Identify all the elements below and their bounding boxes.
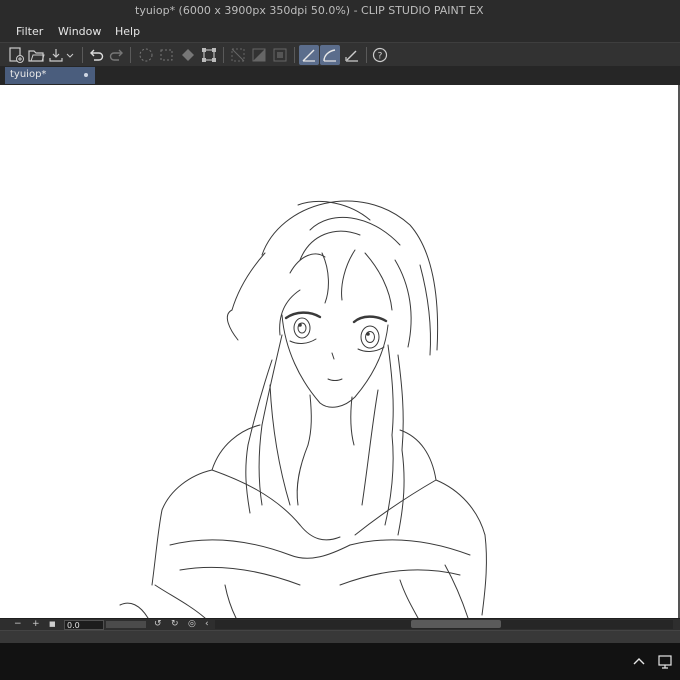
fit-screen-icon[interactable]: ■ [49,619,56,630]
toolbar-separator [294,47,295,63]
reset-rotation-icon[interactable]: ◎ [188,619,196,630]
snap-special-ruler-icon[interactable] [320,45,340,65]
canvas-area [0,85,680,618]
transform-icon[interactable] [199,45,219,65]
network-icon[interactable] [656,653,674,671]
rotate-left-icon[interactable]: ↺ [154,619,162,630]
chevron-up-icon[interactable] [630,653,648,671]
zoom-in-icon[interactable]: + [32,619,40,630]
window-title: tyuiop* (6000 x 3900px 350dpi 50.0%) - C… [135,4,484,17]
zoom-value-field[interactable]: 0.0 [64,620,104,630]
unsaved-dot-icon [84,73,88,77]
line-art-sketch [119,200,487,618]
toolbar-separator [130,47,131,63]
toolbar-separator [223,47,224,63]
menu-help[interactable]: Help [115,25,140,38]
redo-icon[interactable] [107,45,127,65]
new-canvas-icon[interactable] [6,45,26,65]
dropdown-icon[interactable] [64,45,76,65]
help-icon[interactable]: ? [370,45,390,65]
save-icon[interactable] [46,45,66,65]
snap-icon[interactable] [270,45,290,65]
show-selection-icon[interactable] [228,45,248,65]
toolbar-separator [366,47,367,63]
command-bar: ? [0,42,680,68]
toolbar-separator [82,47,83,63]
rotate-right-icon[interactable]: ↻ [171,619,179,630]
select-all-icon[interactable] [157,45,177,65]
document-tab-label: tyuiop* [10,69,47,80]
fill-icon[interactable] [178,45,198,65]
open-folder-icon[interactable] [26,45,46,65]
title-bar: tyuiop* (6000 x 3900px 350dpi 50.0%) - C… [0,0,680,22]
zoom-slider[interactable] [106,621,146,628]
invert-selection-icon[interactable] [249,45,269,65]
clear-selection-icon[interactable] [136,45,156,65]
menu-window[interactable]: Window [58,25,101,38]
document-tab[interactable]: tyuiop* [5,67,95,84]
svg-text:?: ? [378,52,383,62]
menu-bar: Filter Window Help [0,22,680,42]
snap-ruler-icon[interactable] [299,45,319,65]
os-taskbar [0,643,680,680]
scroll-left-icon[interactable]: ‹ [205,619,209,630]
document-tab-bar: tyuiop* [0,66,680,85]
undo-icon[interactable] [86,45,106,65]
zoom-out-icon[interactable]: − [14,619,22,630]
horizontal-scrollbar-thumb[interactable] [411,620,501,628]
bottom-panel-strip [0,630,680,644]
drawing-canvas[interactable] [0,85,678,618]
menu-filter[interactable]: Filter [16,25,43,38]
snap-grid-icon[interactable] [342,45,362,65]
